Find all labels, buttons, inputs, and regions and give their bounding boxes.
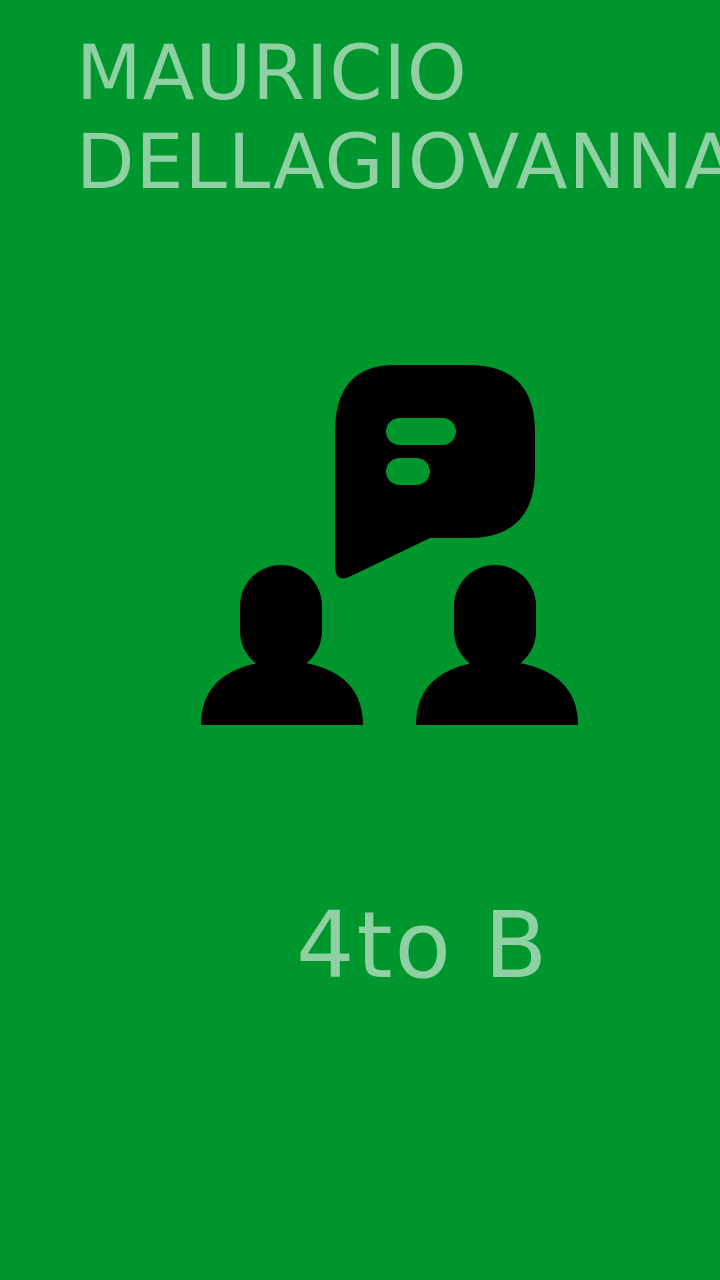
group-chat-icon [198,360,582,732]
speech-bubble-icon [335,365,535,579]
person-left-icon [201,565,363,725]
person-right-icon [416,565,578,725]
class-label: 4to B [296,892,550,999]
student-name-line1: MAURICIO [76,28,468,117]
student-name: MAURICIO DELLAGIOVANNA [76,28,720,206]
student-name-line2: DELLAGIOVANNA [76,117,720,206]
